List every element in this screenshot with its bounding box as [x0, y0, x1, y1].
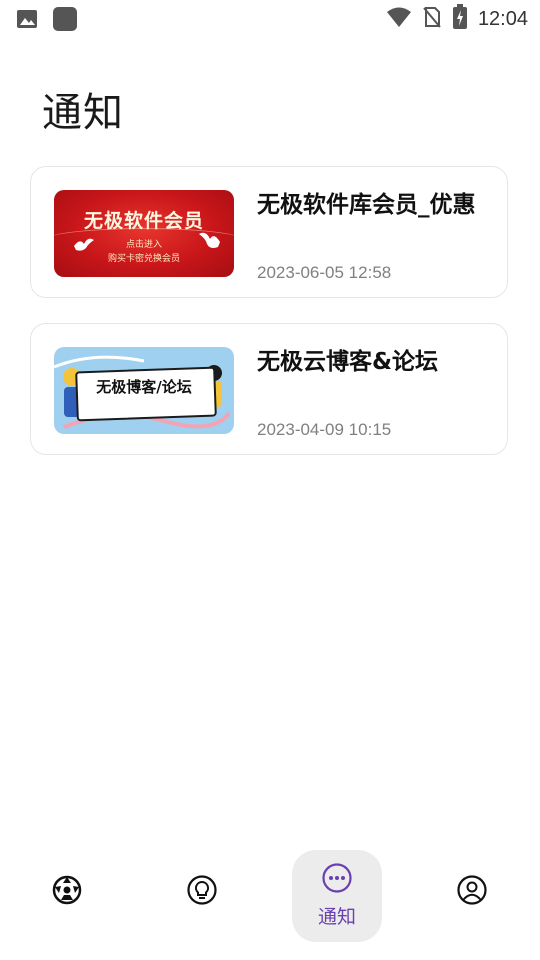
notification-thumbnail: 无极博客/论坛: [54, 347, 234, 434]
dove-icon: [196, 230, 222, 256]
thumbnail-title: 无极博客/论坛: [96, 378, 192, 396]
no-sim-icon: [422, 6, 442, 32]
notification-title: 无极云博客&论坛: [257, 349, 439, 375]
page-title: 通知: [42, 90, 124, 136]
lightbulb-icon: [186, 874, 218, 910]
notification-date: 2023-06-05 12:58: [257, 263, 392, 282]
clock: 12:04: [477, 7, 528, 30]
notification-card[interactable]: 无极博客/论坛 无极云博客&论坛 2023-04-09 10:15: [30, 323, 508, 455]
nav-item-ball[interactable]: [22, 850, 112, 942]
notification-thumbnail: 无极软件会员 点击进入 购买卡密兑换会员: [54, 190, 234, 277]
dove-icon: [72, 236, 96, 258]
image-icon: [16, 8, 38, 34]
more-dots-icon: [321, 862, 353, 898]
nav-item-notifications[interactable]: 通知: [292, 850, 382, 942]
ball-icon: [51, 874, 83, 910]
nav-item-idea[interactable]: [157, 850, 247, 942]
battery-charging-icon: [452, 4, 468, 34]
app-icon: [52, 6, 78, 36]
user-icon: [456, 874, 488, 910]
bottom-navigation: 通知: [0, 830, 540, 960]
notification-card[interactable]: 无极软件会员 点击进入 购买卡密兑换会员 无极软件库会员_优惠 2023-06-…: [30, 166, 508, 298]
notification-title: 无极软件库会员_优惠: [257, 192, 476, 218]
thumbnail-title: 无极软件会员: [83, 210, 204, 232]
notification-date: 2023-04-09 10:15: [257, 420, 392, 439]
status-bar: 12:04: [0, 0, 540, 36]
nav-item-profile[interactable]: [427, 850, 517, 942]
wifi-icon: [386, 6, 412, 32]
nav-label: 通知: [317, 906, 356, 928]
